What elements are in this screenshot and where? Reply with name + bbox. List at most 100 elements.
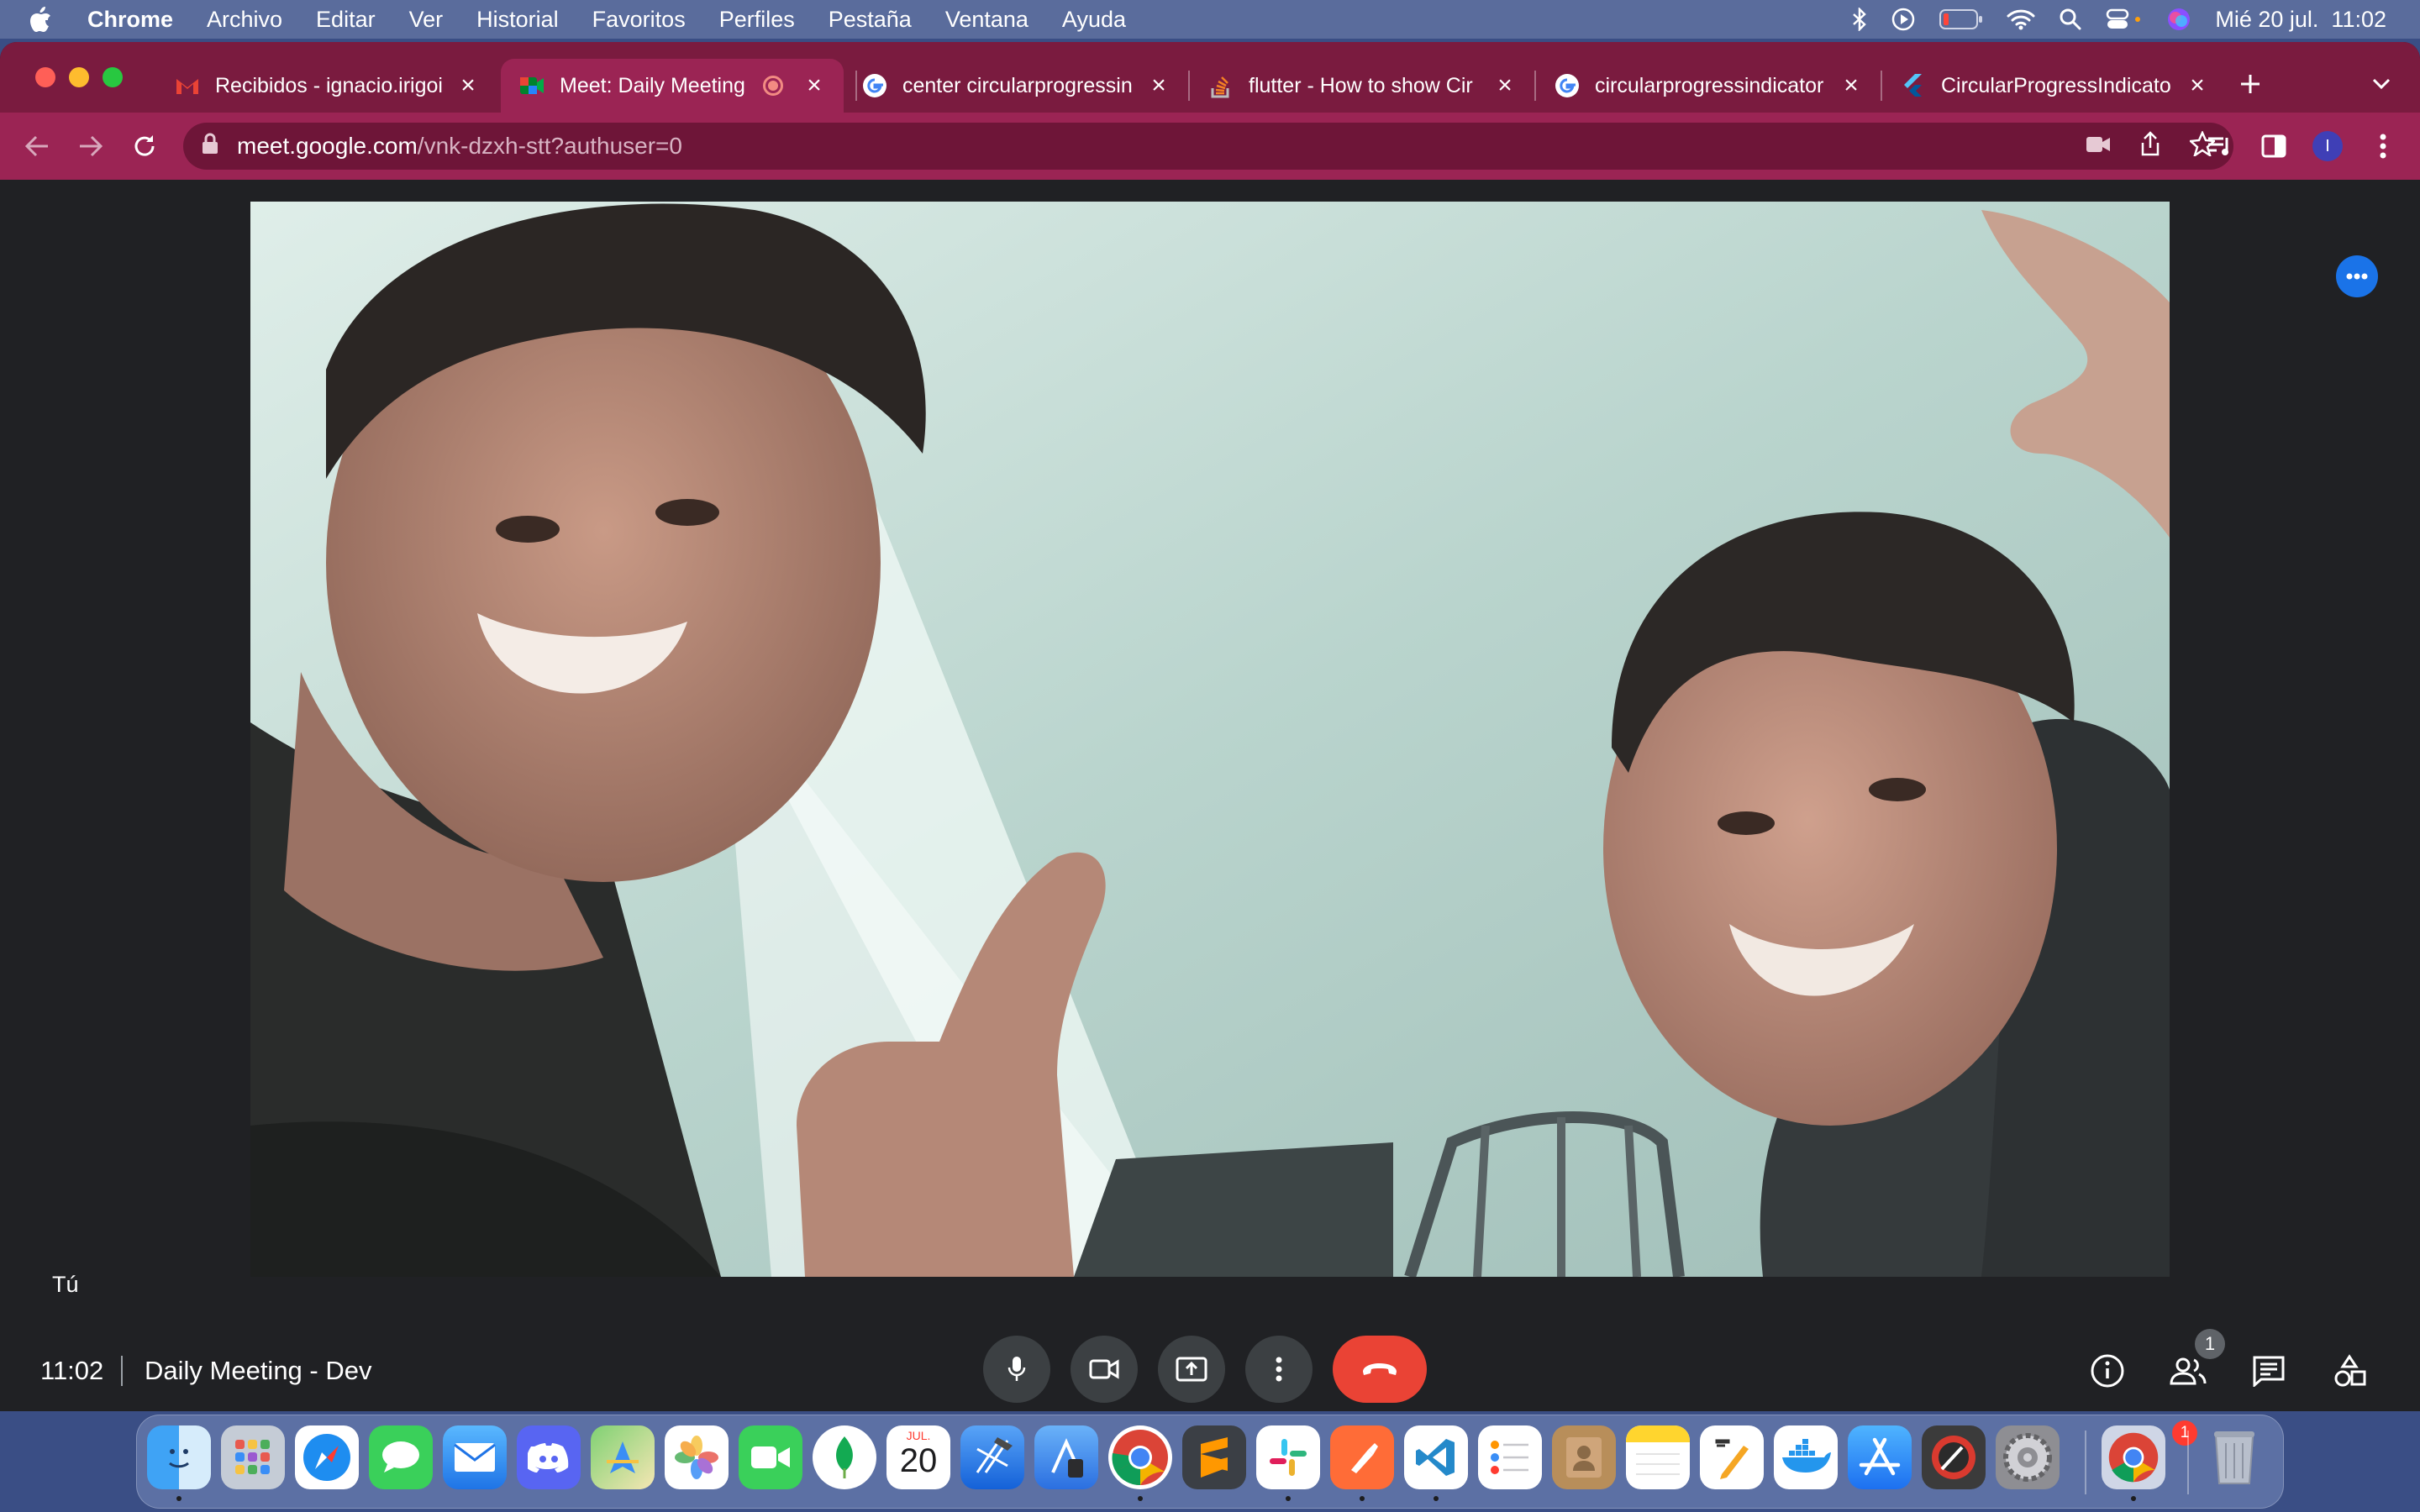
chrome-menu-icon[interactable] (2365, 128, 2402, 165)
chrome-dock-icon[interactable] (1108, 1425, 1172, 1489)
vscode-icon[interactable] (1404, 1425, 1468, 1489)
meet-icon (519, 73, 544, 98)
safari-icon[interactable] (295, 1425, 359, 1489)
tab-flutter-docs[interactable]: CircularProgressIndicato × (1882, 59, 2227, 113)
tab-stackoverflow[interactable]: flutter - How to show Cir × (1190, 59, 1534, 113)
camera-button[interactable] (1071, 1336, 1138, 1403)
self-tile-label: Tú (52, 1272, 79, 1297)
present-screen-button[interactable] (1158, 1336, 1225, 1403)
instruments-icon[interactable] (1922, 1425, 1986, 1489)
chrome-minimized-window-icon[interactable] (2102, 1425, 2165, 1489)
meeting-details-button[interactable] (2086, 1349, 2129, 1393)
trash-icon[interactable] (2202, 1425, 2266, 1489)
more-options-button[interactable] (1245, 1336, 1313, 1403)
maps-icon[interactable] (591, 1425, 655, 1489)
notification-badge: 1 (2172, 1420, 2197, 1446)
system-preferences-icon[interactable] (1996, 1425, 2060, 1489)
postman-icon[interactable] (1330, 1425, 1394, 1489)
media-control-icon[interactable] (2202, 128, 2238, 165)
side-panel-icon[interactable] (2255, 128, 2292, 165)
self-video-feed[interactable] (250, 202, 2170, 1277)
notes-icon[interactable] (1626, 1425, 1690, 1489)
apple-menu-icon[interactable] (29, 6, 72, 33)
chat-button[interactable] (2247, 1349, 2291, 1393)
pages-icon[interactable] (1700, 1425, 1764, 1489)
meet-page: Tú 11:02 Daily Meeting - Dev 1 (0, 180, 2420, 1411)
end-call-button[interactable] (1333, 1336, 1427, 1403)
close-tab-icon[interactable]: × (2186, 71, 2208, 99)
close-tab-icon[interactable]: × (1148, 71, 1170, 99)
menu-pestana[interactable]: Pestaña (829, 7, 912, 33)
minimize-window-button[interactable] (69, 67, 89, 87)
menubar-clock[interactable]: Mié 20 jul. 11:02 (2215, 7, 2386, 33)
share-icon[interactable] (2139, 130, 2161, 162)
running-indicator (2131, 1496, 2136, 1501)
contacts-icon[interactable] (1552, 1425, 1616, 1489)
facetime-icon[interactable] (739, 1425, 802, 1489)
launchpad-icon[interactable] (221, 1425, 285, 1489)
menu-favoritos[interactable]: Favoritos (592, 7, 686, 33)
tab-search-chevron-icon[interactable] (2365, 67, 2398, 101)
control-center-icon[interactable] (2106, 8, 2143, 31)
battery-icon[interactable] (1939, 8, 1983, 30)
photos-icon[interactable] (665, 1425, 729, 1489)
flutter-icon (1901, 73, 1926, 98)
activities-button[interactable] (2328, 1349, 2371, 1393)
menu-ayuda[interactable]: Ayuda (1062, 7, 1126, 33)
app-store-icon[interactable] (1848, 1425, 1912, 1489)
microphone-button[interactable] (983, 1336, 1050, 1403)
xcode-icon[interactable] (960, 1425, 1024, 1489)
finder-icon[interactable] (147, 1425, 211, 1489)
chrome-window: Recibidos - ignacio.irigoi × Meet: Daily… (0, 42, 2420, 1411)
menu-ver[interactable]: Ver (409, 7, 444, 33)
more-options-fab[interactable] (2336, 255, 2378, 297)
siri-icon[interactable] (2166, 7, 2191, 32)
mail-icon[interactable] (443, 1425, 507, 1489)
meeting-title[interactable]: Daily Meeting - Dev (145, 1356, 371, 1386)
back-button[interactable] (18, 128, 55, 165)
slack-icon[interactable] (1256, 1425, 1320, 1489)
close-tab-icon[interactable]: × (1494, 71, 1516, 99)
menu-perfiles[interactable]: Perfiles (719, 7, 795, 33)
spotlight-search-icon[interactable] (2059, 8, 2082, 31)
calendar-month: JUL. (906, 1429, 931, 1442)
new-tab-button[interactable] (2232, 66, 2269, 102)
url-path: /vnk-dzxh-stt?authuser=0 (417, 133, 682, 159)
bluetooth-icon[interactable] (1852, 8, 1867, 31)
sublime-text-icon[interactable] (1182, 1425, 1246, 1489)
reminders-icon[interactable] (1478, 1425, 1542, 1489)
menu-editar[interactable]: Editar (316, 7, 376, 33)
reload-button[interactable] (126, 128, 163, 165)
menu-ventana[interactable]: Ventana (945, 7, 1028, 33)
messages-icon[interactable] (369, 1425, 433, 1489)
tab-google-search-1[interactable]: center circularprogressin × (844, 59, 1188, 113)
dock-separator (2085, 1431, 2086, 1494)
app-name-menu[interactable]: Chrome (87, 7, 173, 33)
close-window-button[interactable] (35, 67, 55, 87)
mongodb-compass-icon[interactable] (813, 1425, 876, 1489)
address-bar[interactable]: meet.google.com/vnk-dzxh-stt?authuser=0 (183, 123, 2233, 170)
menu-historial[interactable]: Historial (476, 7, 559, 33)
zoom-window-button[interactable] (103, 67, 123, 87)
discord-icon[interactable] (517, 1425, 581, 1489)
stackoverflow-icon (1208, 73, 1234, 98)
profile-avatar[interactable]: I (2309, 128, 2346, 165)
tab-meet[interactable]: Meet: Daily Meeting × (501, 59, 844, 113)
docker-icon[interactable] (1774, 1425, 1838, 1489)
close-tab-icon[interactable]: × (457, 71, 479, 99)
tab-title: CircularProgressIndicato (1941, 73, 2171, 97)
close-tab-icon[interactable]: × (1840, 71, 1862, 99)
profile-initial: I (2312, 131, 2343, 161)
close-tab-icon[interactable]: × (803, 71, 825, 99)
menu-archivo[interactable]: Archivo (207, 7, 282, 33)
calendar-icon[interactable]: JUL. 20 (886, 1425, 950, 1489)
recording-indicator-icon (763, 76, 783, 96)
wifi-icon[interactable] (2007, 8, 2035, 30)
tab-gmail[interactable]: Recibidos - ignacio.irigoi × (156, 59, 497, 113)
tab-google-search-2[interactable]: circularprogressindicator × (1536, 59, 1881, 113)
camera-in-use-icon[interactable] (2086, 133, 2111, 160)
play-circle-icon[interactable] (1891, 7, 1916, 32)
simulator-icon[interactable] (1034, 1425, 1098, 1489)
forward-button[interactable] (72, 128, 109, 165)
lock-icon[interactable] (202, 133, 218, 160)
